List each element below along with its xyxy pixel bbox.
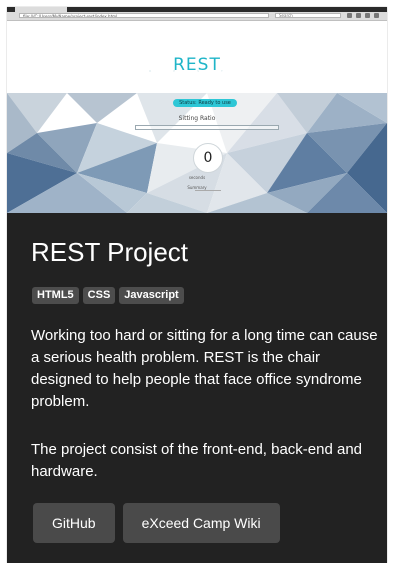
project-screenshot: file:///C:/Users/MyName/project-rest/ind… — [7, 7, 387, 213]
project-title: REST Project — [31, 237, 189, 267]
project-card: file:///C:/Users/MyName/project-rest/ind… — [7, 7, 387, 563]
menu-icon — [374, 13, 379, 18]
project-links: GitHub eXceed Camp Wiki — [33, 503, 280, 543]
tag-css: CSS — [82, 287, 116, 304]
tag-javascript: Javascript — [119, 287, 184, 304]
tech-tags: HTML5 CSS Javascript — [32, 287, 184, 304]
timer-display: 0 — [193, 143, 223, 173]
browser-toolbar: file:///C:/Users/MyName/project-rest/ind… — [7, 7, 387, 21]
address-bar: file:///C:/Users/MyName/project-rest/ind… — [19, 13, 269, 18]
tag-html5: HTML5 — [32, 287, 79, 304]
seconds-label: seconds — [188, 175, 206, 180]
wiki-button[interactable]: eXceed Camp Wiki — [122, 503, 280, 543]
browser-toolbar-icons — [347, 13, 379, 18]
summary-underline — [195, 190, 221, 191]
browser-tab — [15, 7, 67, 12]
home-icon — [365, 13, 370, 18]
status-badge: Status: Ready to use — [173, 99, 237, 107]
bookmark-icon — [347, 13, 352, 18]
sitting-ratio-bar — [135, 125, 279, 130]
browser-search-field: Search — [275, 13, 341, 18]
download-icon — [356, 13, 361, 18]
project-scope: The project consist of the front-end, ba… — [31, 441, 363, 480]
browser-tab-strip — [7, 7, 387, 12]
app-title: REST — [173, 55, 221, 75]
sitting-ratio-label: Sitting Ratio — [178, 115, 216, 122]
project-description: Working too hard or sitting for a long t… — [31, 327, 378, 410]
github-button[interactable]: GitHub — [33, 503, 115, 543]
